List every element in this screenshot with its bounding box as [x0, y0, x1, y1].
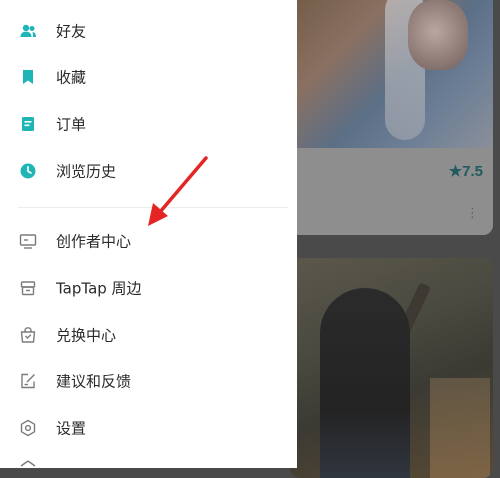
history-clock-icon	[20, 163, 36, 179]
drawer-item-settings[interactable]: 设置	[0, 405, 297, 451]
side-drawer: 好友 收藏 订单 浏览历史 创作者中心 TapTap 周边 兑换中心 建议和反馈…	[0, 0, 297, 468]
artwork-warrior	[320, 288, 410, 478]
drawer-item-taptap-merch[interactable]: TapTap 周边	[0, 265, 297, 311]
settings-hexagon-icon	[20, 419, 36, 437]
bookmark-icon	[23, 70, 33, 84]
artwork-face	[408, 0, 468, 70]
drawer-item-label: 兑换中心	[56, 326, 117, 345]
friends-icon	[20, 24, 36, 37]
drawer-item-history[interactable]: 浏览历史	[0, 148, 297, 194]
order-icon	[22, 117, 34, 131]
drawer-item-label: 建议和反馈	[56, 372, 132, 391]
drawer-item-label: 收藏	[56, 68, 87, 87]
game-card-image	[290, 0, 493, 148]
bag-icon	[20, 327, 36, 343]
drawer-item-label: 浏览历史	[56, 162, 117, 181]
drawer-item-redeem-center[interactable]: 兑换中心	[0, 312, 297, 358]
drawer-item-label: 设置	[56, 419, 87, 438]
drawer-item-label: 创作者中心	[56, 232, 132, 251]
drawer-item-favorites[interactable]: 收藏	[0, 54, 297, 100]
game-card[interactable]: ★7.5 ⋮	[290, 0, 493, 235]
artwork-glow	[430, 378, 490, 478]
store-icon	[20, 281, 36, 296]
monitor-icon	[19, 234, 37, 249]
drawer-item-label: 好友	[56, 22, 87, 41]
more-options-icon[interactable]: ⋮	[466, 206, 479, 221]
feedback-edit-icon	[21, 373, 35, 389]
drawer-item-feedback[interactable]: 建议和反馈	[0, 358, 297, 404]
drawer-item-friends[interactable]: 好友	[0, 8, 297, 54]
drawer-item-creator-center[interactable]: 创作者中心	[0, 218, 297, 264]
rating-badge: ★7.5	[448, 163, 483, 180]
game-card-info: ★7.5 ⋮	[290, 148, 493, 235]
drawer-item-orders[interactable]: 订单	[0, 101, 297, 147]
drawer-item-label: TapTap 周边	[56, 279, 142, 298]
drawer-item-label: 订单	[56, 115, 87, 134]
next-item-icon-partial	[20, 460, 36, 467]
divider	[18, 207, 288, 208]
game-card-2[interactable]	[290, 258, 493, 478]
